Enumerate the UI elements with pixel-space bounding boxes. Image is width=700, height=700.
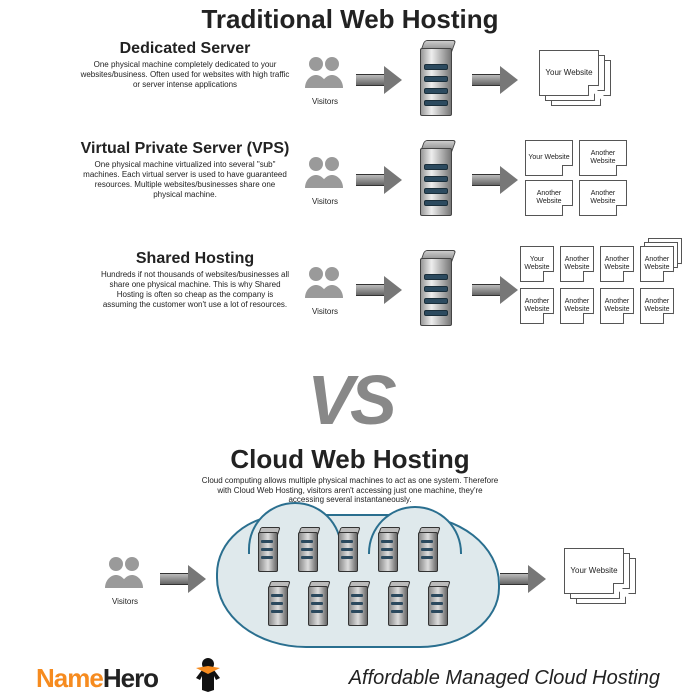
mini-server-icon: [346, 582, 368, 626]
visitors-label: Visitors: [300, 97, 350, 106]
server-icon: [414, 140, 456, 218]
page-your-website: Your Website: [539, 50, 599, 96]
visitors-icon: Visitors: [100, 554, 150, 606]
arrow-icon: [356, 170, 406, 190]
page-another-website: Another Website: [579, 140, 627, 176]
page-another-website: Another Website: [640, 246, 674, 282]
vps-heading: Virtual Private Server (VPS): [80, 140, 290, 158]
page-another-website: Another Website: [579, 180, 627, 216]
shared-desc: Hundreds if not thousands of websites/bu…: [100, 270, 290, 310]
page-grid-shared: Another Website Another Website Your Web…: [520, 244, 700, 340]
row-cloud: Visitors Your Website Your Website Your …: [0, 514, 700, 644]
logo-part-1: Name: [36, 663, 103, 693]
row-vps: Virtual Private Server (VPS) One physica…: [0, 140, 700, 230]
people-icon: [303, 154, 347, 190]
namehero-logo: NameHero: [36, 663, 158, 694]
arrow-icon: [500, 569, 550, 589]
page-another-website: Another Website: [525, 180, 573, 216]
server-icon: [414, 250, 456, 328]
diagram-root: Traditional Web Hosting Dedicated Server…: [0, 0, 700, 700]
page-grid-vps: Your Website Another Website Another Web…: [525, 140, 695, 220]
mini-server-icon: [296, 528, 318, 572]
arrow-icon: [160, 569, 210, 589]
page-another-website: Another Website: [640, 288, 674, 324]
page-your-website: Your Website: [564, 548, 624, 594]
server-icon: [414, 40, 456, 118]
cloud-hosting-desc: Cloud computing allows multiple physical…: [200, 476, 500, 505]
footer-tagline: Affordable Managed Cloud Hosting: [349, 667, 660, 690]
arrow-icon: [356, 70, 406, 90]
people-icon: [303, 54, 347, 90]
footer: NameHero Affordable Managed Cloud Hostin…: [0, 652, 700, 700]
mini-server-icon: [386, 582, 408, 626]
page-another-website: Another Website: [600, 288, 634, 324]
cloud-server-cluster: [216, 514, 496, 644]
page-stack: Your Website Your Website Your Website: [533, 46, 643, 116]
mini-server-icon: [256, 528, 278, 572]
page-another-website: Another Website: [600, 246, 634, 282]
mini-server-icon: [376, 528, 398, 572]
cloud-hosting-title: Cloud Web Hosting: [0, 444, 700, 475]
traditional-hosting-title: Traditional Web Hosting: [0, 4, 700, 35]
visitors-label: Visitors: [300, 307, 350, 316]
hero-mascot-icon: [188, 654, 228, 694]
page-another-website: Another Website: [560, 288, 594, 324]
mini-server-icon: [416, 528, 438, 572]
page-your-website: Your Website: [520, 246, 554, 282]
arrow-icon: [356, 280, 406, 300]
shared-desc-block: Shared Hosting Hundreds if not thousands…: [100, 250, 290, 310]
dedicated-desc-block: Dedicated Server One physical machine co…: [80, 40, 290, 90]
dedicated-desc: One physical machine completely dedicate…: [80, 60, 290, 90]
mini-server-icon: [266, 582, 288, 626]
vps-desc: One physical machine virtualized into se…: [80, 160, 290, 200]
shared-heading: Shared Hosting: [100, 250, 290, 268]
visitors-label: Visitors: [100, 597, 150, 606]
dedicated-heading: Dedicated Server: [80, 40, 290, 58]
arrow-icon: [472, 70, 522, 90]
people-icon: [103, 554, 147, 590]
visitors-label: Visitors: [300, 197, 350, 206]
mini-server-icon: [426, 582, 448, 626]
mini-server-icon: [336, 528, 358, 572]
arrow-icon: [472, 170, 522, 190]
visitors-icon: Visitors: [300, 154, 350, 206]
row-dedicated: Dedicated Server One physical machine co…: [0, 40, 700, 130]
visitors-icon: Visitors: [300, 54, 350, 106]
vs-divider: VS: [0, 360, 700, 440]
logo-part-2: Hero: [103, 663, 158, 693]
row-shared: Shared Hosting Hundreds if not thousands…: [0, 250, 700, 340]
arrow-icon: [472, 280, 522, 300]
page-another-website: Another Website: [520, 288, 554, 324]
visitors-icon: Visitors: [300, 264, 350, 316]
page-stack: Your Website Your Website Your Website: [558, 544, 668, 614]
mini-server-icon: [306, 582, 328, 626]
page-another-website: Another Website: [560, 246, 594, 282]
vps-desc-block: Virtual Private Server (VPS) One physica…: [80, 140, 290, 200]
page-your-website: Your Website: [525, 140, 573, 176]
people-icon: [303, 264, 347, 300]
